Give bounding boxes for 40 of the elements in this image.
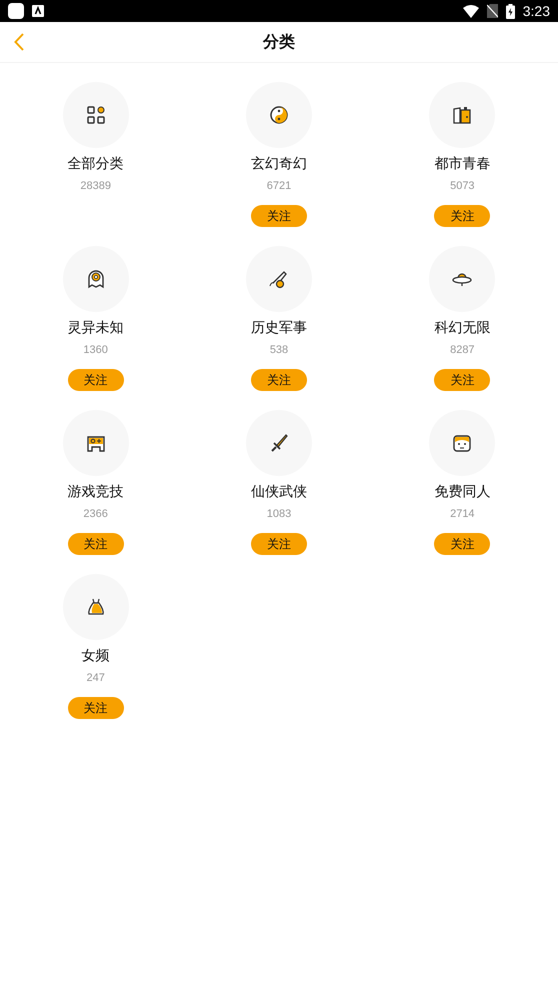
book-count: 5073 — [450, 179, 475, 193]
category-name: 仙侠武侠 — [250, 483, 307, 502]
category-name: 全部分类 — [68, 155, 124, 174]
follow-button[interactable]: 关注 — [250, 369, 307, 391]
yin-yang-icon — [268, 104, 290, 126]
book-count: 2714 — [450, 507, 475, 521]
category-name: 游戏竞技 — [68, 483, 124, 502]
follow-button[interactable]: 关注 — [434, 369, 490, 391]
follow-button[interactable]: 关注 — [434, 205, 490, 227]
back-icon[interactable] — [14, 33, 24, 51]
book-count: 1360 — [83, 343, 108, 357]
book-count: 538 — [270, 343, 288, 357]
book-count: 2366 — [83, 507, 108, 521]
book-count: 1083 — [266, 507, 292, 521]
page-title: 分类 — [263, 32, 295, 52]
wifi-icon — [462, 4, 479, 18]
clock-time: 3:23 — [522, 3, 550, 19]
category-name: 历史军事 — [250, 319, 307, 338]
follow-button[interactable]: 关注 — [68, 697, 124, 719]
follow-button[interactable]: 关注 — [250, 205, 307, 227]
category-name: 女频 — [82, 647, 110, 666]
app-icon — [8, 3, 24, 19]
category-name: 免费同人 — [434, 483, 490, 502]
battery-icon — [506, 4, 515, 18]
no-sim-icon — [486, 4, 498, 18]
follow-button[interactable]: 关注 — [434, 533, 490, 555]
category-name: 玄幻奇幻 — [250, 155, 307, 174]
category-name: 都市青春 — [434, 155, 490, 174]
follow-button[interactable]: 关注 — [250, 533, 307, 555]
building-icon — [451, 104, 474, 126]
grid-icon — [84, 104, 107, 126]
follow-button[interactable]: 关注 — [68, 369, 124, 391]
book-count: 247 — [86, 671, 105, 685]
book-count: 8287 — [450, 343, 475, 357]
book-count: 6721 — [266, 179, 292, 193]
book-count: 28389 — [80, 179, 111, 193]
follow-button[interactable]: 关注 — [68, 533, 124, 555]
category-name: 科幻无限 — [434, 319, 490, 338]
notification-icon — [32, 5, 44, 17]
category-name: 灵异未知 — [68, 319, 124, 338]
